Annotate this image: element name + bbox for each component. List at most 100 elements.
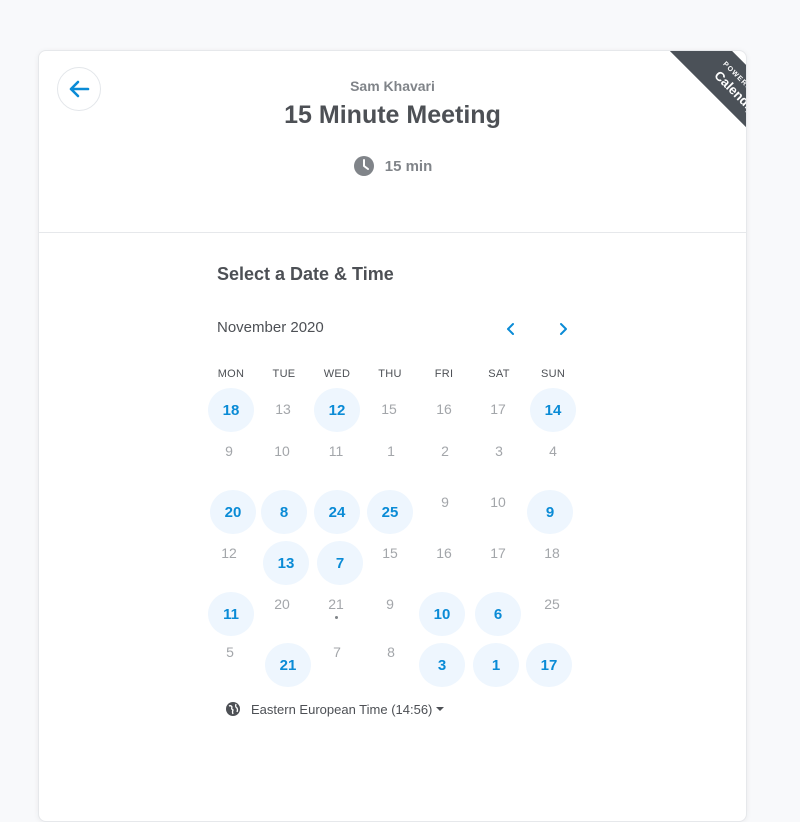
calendar-day-number: 11: [223, 605, 239, 623]
weekday-label: WED: [323, 368, 351, 380]
calendar-day-available[interactable]: 10: [419, 592, 465, 636]
calendar-day: 2: [422, 430, 468, 472]
calendar-day-number: 7: [333, 644, 341, 660]
calendar-day-number: 25: [544, 596, 560, 612]
calendar-day-available[interactable]: 17: [526, 643, 572, 687]
calendar-day: 15: [367, 532, 413, 574]
calendar-day-number: 17: [490, 401, 506, 417]
calendar-day-number: 16: [436, 545, 452, 561]
calendar-day-number: 15: [382, 545, 398, 561]
calendar-day-number: 8: [387, 644, 395, 660]
calendar-day-available[interactable]: 8: [261, 490, 307, 534]
next-month-button[interactable]: [550, 316, 576, 342]
calendar-day-number: 18: [222, 401, 240, 419]
calendar-day: 8: [368, 631, 414, 673]
calendar-day-number: 25: [381, 503, 399, 521]
calendar-day-number: 8: [279, 503, 289, 521]
calendar-day-available[interactable]: 12: [314, 388, 360, 432]
calendar-day-number: 12: [328, 401, 346, 419]
host-name: Sam Khavari: [350, 78, 435, 94]
weekday-label: MON: [217, 368, 245, 380]
calendar-day-available[interactable]: 11: [208, 592, 254, 636]
calendar-day-available[interactable]: 1: [473, 643, 519, 687]
calendar-day-number: 11: [328, 443, 344, 459]
calendar-day: 20: [259, 583, 305, 625]
calendar-day-available[interactable]: 3: [419, 643, 465, 687]
calendar-day-number: 9: [386, 596, 394, 612]
calendar-day: 16: [421, 532, 467, 574]
calendar-day-available[interactable]: 21: [265, 643, 311, 687]
calendar-day-number: 24: [328, 503, 346, 521]
calendar-day-number: 18: [544, 545, 560, 561]
section-title: Select a Date & Time: [217, 264, 394, 284]
duration-label: 15 min: [384, 157, 433, 175]
caret-down-icon: [436, 707, 445, 711]
calendar-day: 7: [314, 631, 360, 673]
calendar-day-available[interactable]: 24: [314, 490, 360, 534]
calendar-day-number: 20: [274, 596, 290, 612]
calendar-day-number: 13: [277, 554, 295, 572]
calendar-day-number: 10: [490, 494, 506, 510]
calendar-day: 5: [207, 631, 253, 673]
calendar-day: 10: [475, 481, 521, 523]
calendar-day-available[interactable]: 7: [317, 541, 363, 585]
calendar-day: 11: [313, 430, 359, 472]
calendar-day-number: 9: [545, 503, 555, 521]
calendar-day: 3: [476, 430, 522, 472]
calendar-day: 12: [206, 532, 252, 574]
calendar-day-available[interactable]: 20: [210, 490, 256, 534]
calendar-day-number: 9: [225, 443, 233, 459]
calendar-day: 9: [206, 430, 252, 472]
calendar-day-available[interactable]: 14: [530, 388, 576, 432]
calendar-day: 1: [368, 430, 414, 472]
calendar-day: 9: [422, 481, 468, 523]
event-title: 15 Minute Meeting: [284, 101, 501, 129]
calendar-day: 13: [260, 388, 306, 430]
calendar-day-number: 12: [221, 545, 237, 561]
calendar-day-available[interactable]: 13: [263, 541, 309, 585]
prev-month-button[interactable]: [498, 316, 524, 342]
calendar-day-number: 1: [387, 443, 395, 459]
weekday-label: SUN: [540, 368, 566, 380]
weekday-label: FRI: [434, 368, 454, 380]
calendar-day-number: 6: [493, 605, 503, 623]
calendar-day-number: 3: [437, 656, 447, 674]
calendar-day: 10: [259, 430, 305, 472]
weekday-label: TUE: [272, 368, 296, 380]
calendar-day-available[interactable]: 6: [475, 592, 521, 636]
calendar-day: 16: [421, 388, 467, 430]
calendar-day: 17: [475, 388, 521, 430]
calendar-day-available[interactable]: 18: [208, 388, 254, 432]
timezone-label: Eastern European Time (14:56): [251, 701, 433, 717]
calendar-day: 4: [530, 430, 576, 472]
calendar-day: 18: [529, 532, 575, 574]
today-indicator: [334, 616, 338, 619]
timezone-selector[interactable]: Eastern European Time (14:56): [225, 701, 445, 717]
clock-icon: [353, 156, 374, 176]
calendar-day: 15: [366, 388, 412, 430]
calendar-day: 9: [367, 583, 413, 625]
calendar-day-number: 21: [328, 596, 344, 612]
calendar-day-number: 16: [436, 401, 452, 417]
weekday-label: SAT: [488, 368, 510, 380]
calendar-day-number: 2: [441, 443, 449, 459]
calendar-day-available[interactable]: 25: [367, 490, 413, 534]
calendar-day-number: 13: [275, 401, 291, 417]
calendar-day-number: 5: [226, 644, 234, 660]
calendar-day-number: 9: [441, 494, 449, 510]
header-divider: [39, 232, 746, 233]
chevron-left-icon: [507, 323, 514, 335]
calendar-day-number: 14: [544, 401, 562, 419]
calendar-day-number: 10: [274, 443, 290, 459]
calendar-day-number: 7: [335, 554, 345, 572]
calendar-day-available[interactable]: 9: [527, 490, 573, 534]
calendar-day-number: 3: [495, 443, 503, 459]
globe-icon: [226, 702, 240, 716]
calendar-day-number: 10: [433, 605, 451, 623]
calendar-day: 17: [475, 532, 521, 574]
calendar-day-number: 20: [224, 503, 242, 521]
calendar-day: 25: [529, 583, 575, 625]
calendar-day-number: 17: [540, 656, 558, 674]
calendar-day-number: 17: [490, 545, 506, 561]
calendar-day-number: 1: [491, 656, 501, 674]
